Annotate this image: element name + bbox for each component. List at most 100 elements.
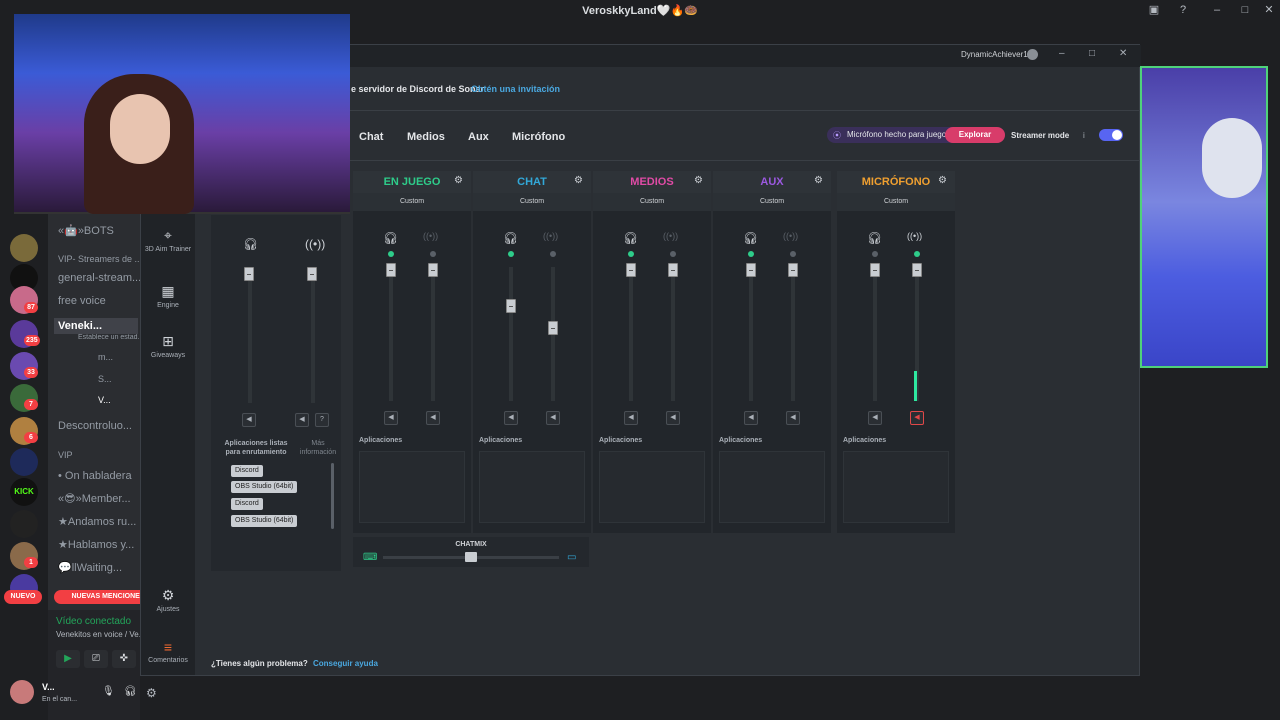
video-icon[interactable]: ▶ — [56, 650, 80, 668]
apps-drop-zone[interactable] — [479, 451, 585, 523]
server-icon[interactable] — [10, 234, 38, 262]
screen-share-icon[interactable]: ⎚ — [84, 650, 108, 668]
mute-button[interactable]: ◀ — [426, 411, 440, 425]
channel-item[interactable]: general-stream... — [58, 272, 146, 284]
settings-icon[interactable]: ⚙ — [146, 686, 157, 700]
column-settings-icon[interactable]: ⚙ — [814, 175, 823, 186]
volume-slider-track[interactable] — [509, 267, 513, 401]
channel-category[interactable]: VIP — [58, 450, 146, 460]
webcam-overlay — [14, 14, 350, 214]
volume-slider-knob[interactable] — [912, 263, 922, 277]
microphone-icon[interactable]: 🎙︎ — [102, 686, 115, 697]
headphones-icon[interactable]: 🎧︎ — [383, 231, 398, 245]
channel-item[interactable]: • On habladera — [58, 470, 146, 482]
preset-selector[interactable]: Custom — [713, 193, 831, 211]
mute-button[interactable]: ◀ — [910, 411, 924, 425]
preset-selector[interactable]: Custom — [473, 193, 591, 211]
activity-icon[interactable]: ✜ — [112, 650, 136, 668]
close-icon[interactable]: ✕ — [1262, 4, 1276, 17]
minimize-icon[interactable]: – — [1210, 4, 1224, 17]
apps-label: Aplicaciones — [479, 437, 523, 444]
headphones-icon[interactable]: 🎧︎ — [623, 231, 638, 245]
mute-button[interactable]: ◀ — [504, 411, 518, 425]
kick-server-icon[interactable]: KICK — [10, 478, 38, 506]
avatar[interactable] — [10, 680, 34, 704]
mute-button[interactable]: ◀ — [786, 411, 800, 425]
volume-slider-track[interactable] — [791, 267, 795, 401]
volume-slider-knob[interactable] — [668, 263, 678, 277]
headphones-icon[interactable]: 🎧︎ — [124, 686, 137, 697]
help-icon[interactable]: ? — [1176, 4, 1190, 17]
mixer-column: MEDIOS Custom ⚙ 🎧︎ ((•)) ◀ ◀ Aplicaciones — [593, 171, 711, 533]
mute-button[interactable]: ◀ — [666, 411, 680, 425]
broadcast-icon[interactable]: ((•)) — [423, 231, 438, 241]
apps-drop-zone[interactable] — [843, 451, 949, 523]
volume-slider-knob[interactable] — [746, 263, 756, 277]
maximize-icon[interactable]: □ — [1238, 4, 1252, 17]
apps-drop-zone[interactable] — [719, 451, 825, 523]
voice-channel[interactable]: Venekitos en voice / Ve... — [56, 630, 140, 639]
broadcast-icon[interactable]: ((•)) — [663, 231, 678, 241]
mute-button[interactable]: ◀ — [868, 411, 882, 425]
preset-selector[interactable]: Custom — [353, 193, 471, 211]
broadcast-icon[interactable]: ((•)) — [907, 231, 922, 241]
volume-slider-track[interactable] — [749, 267, 753, 401]
server-icon[interactable] — [10, 510, 38, 538]
channel-item[interactable]: ★Andamos ru... — [58, 515, 146, 528]
chatmix-knob[interactable] — [465, 552, 477, 562]
streamer-face — [110, 94, 170, 164]
inbox-icon[interactable]: ▣ — [1147, 4, 1161, 17]
volume-slider-track[interactable] — [671, 267, 675, 401]
headphones-icon[interactable]: 🎧︎ — [867, 231, 882, 245]
volume-slider-track[interactable] — [431, 267, 435, 401]
preset-selector[interactable]: Custom — [593, 193, 711, 211]
volume-slider-track[interactable] — [629, 267, 633, 401]
channel-item[interactable]: «😎»Member... — [58, 492, 146, 505]
volume-slider-knob[interactable] — [870, 263, 880, 277]
voice-status[interactable]: Vídeo conectado — [56, 616, 131, 627]
voice-panel: Vídeo conectado Venekitos en voice / Ve.… — [10, 610, 140, 720]
channel-item[interactable]: 💬llWaiting... — [58, 561, 146, 574]
channel-item[interactable]: free voice — [58, 295, 146, 307]
broadcast-icon[interactable]: ((•)) — [543, 231, 558, 241]
apps-drop-zone[interactable] — [359, 451, 465, 523]
channel-item[interactable]: Descontroluo... — [58, 420, 146, 432]
column-settings-icon[interactable]: ⚙ — [574, 175, 583, 186]
channel-item-active[interactable]: Veneki... — [54, 318, 138, 334]
apps-drop-zone[interactable] — [599, 451, 705, 523]
volume-slider-track[interactable] — [389, 267, 393, 401]
new-badge[interactable]: NUEVO — [4, 590, 42, 604]
status-dot — [670, 251, 676, 257]
column-settings-icon[interactable]: ⚙ — [694, 175, 703, 186]
mention-badge: 33 — [24, 367, 38, 378]
column-settings-icon[interactable]: ⚙ — [938, 175, 947, 186]
mention-badge: 7 — [24, 399, 38, 410]
channel-item[interactable]: «🤖»BOTS — [58, 224, 146, 237]
mute-button[interactable]: ◀ — [384, 411, 398, 425]
user-status: En el can... — [42, 696, 78, 703]
mute-button[interactable]: ◀ — [624, 411, 638, 425]
headphones-icon[interactable]: 🎧︎ — [743, 231, 758, 245]
channel-category[interactable]: VIP- Streamers de ... — [58, 254, 146, 264]
volume-slider-knob[interactable] — [386, 263, 396, 277]
preset-selector[interactable]: Custom — [837, 193, 955, 211]
server-icon[interactable] — [10, 448, 38, 476]
mute-button[interactable]: ◀ — [744, 411, 758, 425]
volume-slider-knob[interactable] — [788, 263, 798, 277]
column-settings-icon[interactable]: ⚙ — [454, 175, 463, 186]
apps-label: Aplicaciones — [599, 437, 643, 444]
chatmix-panel: CHATMIX ⌨ ▭ — [353, 537, 589, 567]
mixer-column: CHAT Custom ⚙ 🎧︎ ((•)) ◀ ◀ Aplicaciones — [473, 171, 591, 533]
headphones-icon[interactable]: 🎧︎ — [503, 231, 518, 245]
volume-slider-track[interactable] — [873, 267, 877, 401]
help-text: ¿Tienes algún problema? — [211, 659, 308, 668]
help-link[interactable]: Conseguir ayuda — [313, 659, 378, 668]
mute-button[interactable]: ◀ — [546, 411, 560, 425]
channel-item[interactable]: ★Hablamos y... — [58, 538, 146, 551]
volume-slider-knob[interactable] — [626, 263, 636, 277]
broadcast-icon[interactable]: ((•)) — [783, 231, 798, 241]
volume-slider-knob[interactable] — [428, 263, 438, 277]
volume-slider-knob[interactable] — [506, 299, 516, 313]
volume-slider-knob[interactable] — [548, 321, 558, 335]
chat-icon: ▭ — [567, 552, 577, 563]
